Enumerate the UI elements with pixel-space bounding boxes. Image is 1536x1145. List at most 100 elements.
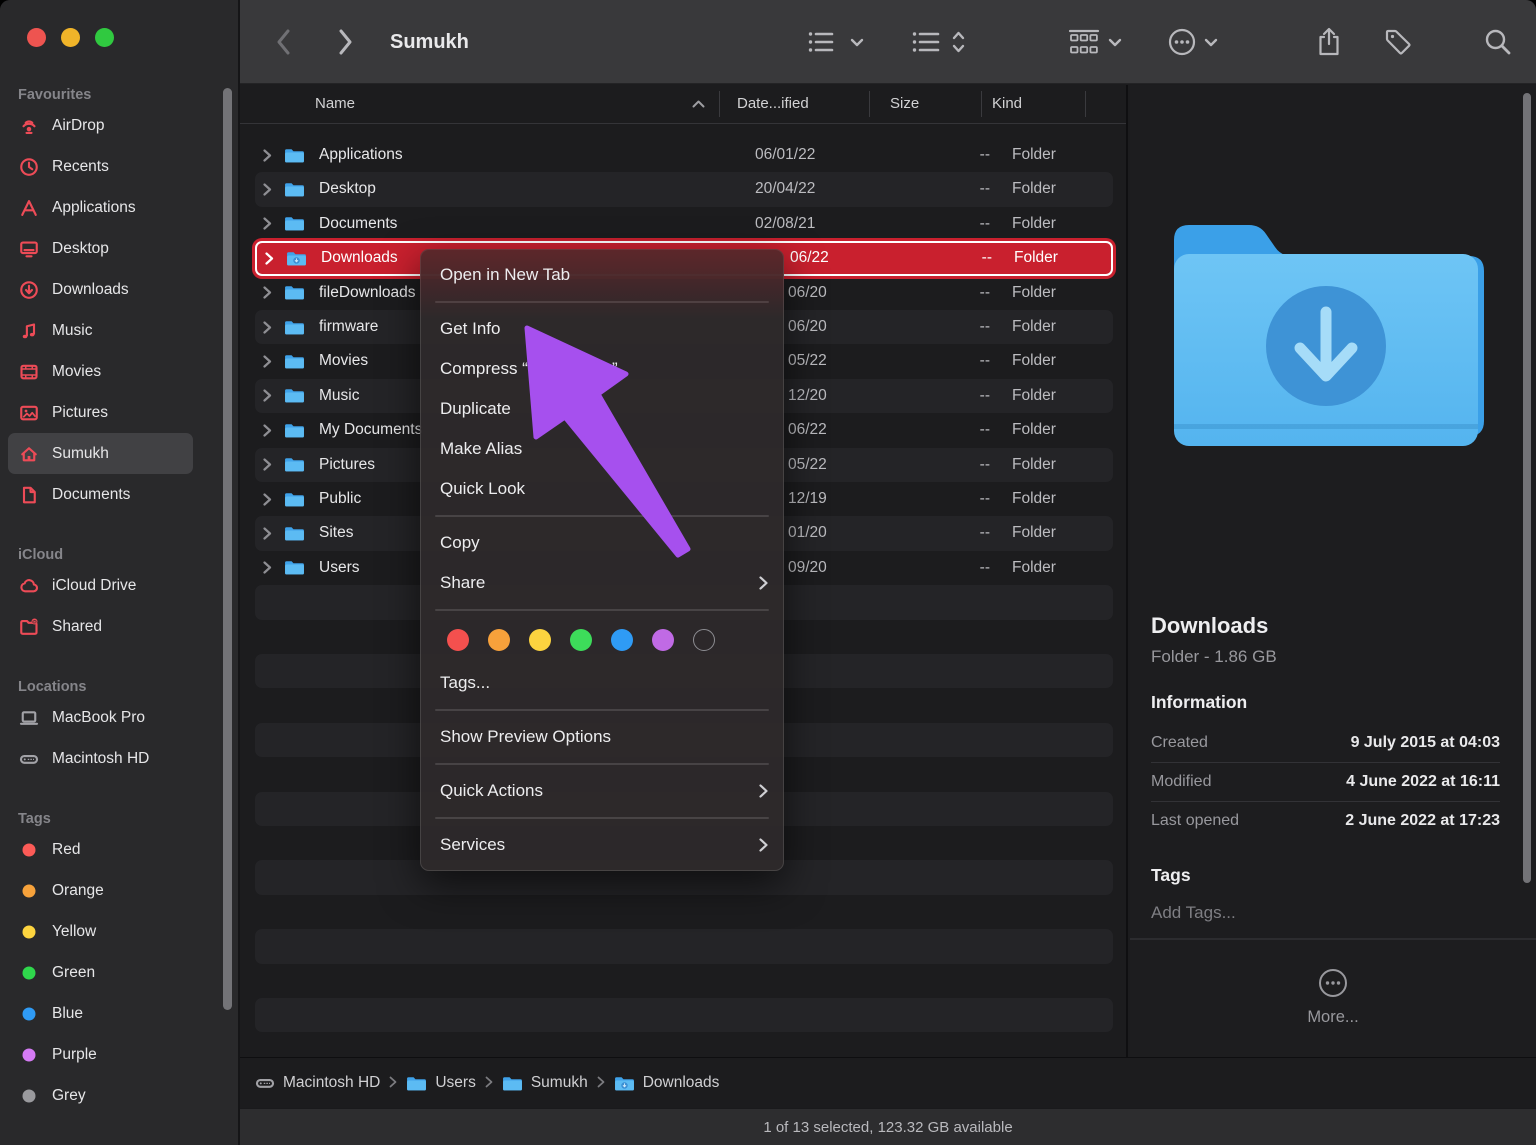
column-divider[interactable] (869, 91, 870, 117)
tag-color-dot[interactable] (529, 629, 551, 651)
column-header-date-modified[interactable]: Date...ified (737, 85, 809, 123)
menu-item-tags[interactable]: Tags... (420, 663, 784, 703)
music-icon (18, 320, 40, 342)
sidebar-item-label: Grey (52, 1086, 86, 1104)
disclosure-chevron-icon[interactable] (265, 243, 274, 273)
sidebar-item-blue[interactable]: Blue (8, 993, 193, 1034)
disclosure-chevron-icon[interactable] (263, 138, 272, 172)
disclosure-chevron-icon[interactable] (263, 172, 272, 206)
sidebar-item-desktop[interactable]: Desktop (8, 228, 193, 269)
sidebar-item-downloads[interactable]: Downloads (8, 269, 193, 310)
search-icon[interactable] (1484, 0, 1512, 84)
file-date-modified: 20/04/22 (755, 180, 816, 198)
disclosure-chevron-icon[interactable] (263, 310, 272, 344)
view-mode-button[interactable] (808, 0, 864, 84)
menu-item-get-info[interactable]: Get Info (420, 309, 784, 349)
column-header-size[interactable]: Size (890, 85, 919, 123)
sidebar-item-orange[interactable]: Orange (8, 870, 193, 911)
sidebar-item-macintosh-hd[interactable]: Macintosh HD (8, 738, 193, 779)
tag-color-dot[interactable] (570, 629, 592, 651)
sidebar-item-purple[interactable]: Purple (8, 1034, 193, 1075)
column-divider[interactable] (1085, 91, 1086, 117)
column-divider[interactable] (719, 91, 720, 117)
sort-list-button[interactable] (912, 0, 965, 84)
more-actions-button[interactable] (1168, 0, 1218, 84)
menu-item-services[interactable]: Services (420, 825, 784, 865)
breadcrumb-macintosh-hd[interactable]: Macintosh HD (255, 1073, 380, 1093)
preview-scrollbar[interactable] (1523, 93, 1531, 883)
sidebar-item-yellow[interactable]: Yellow (8, 911, 193, 952)
submenu-chevron-icon (759, 563, 768, 603)
minimize-window-button[interactable] (61, 28, 80, 47)
more-label: More... (1307, 1007, 1359, 1026)
folder-icon (284, 516, 305, 550)
disclosure-chevron-icon[interactable] (263, 276, 272, 310)
menu-item-copy[interactable]: Copy (420, 523, 784, 563)
sidebar-item-sumukh[interactable]: Sumukh (8, 433, 193, 474)
column-divider[interactable] (981, 91, 982, 117)
disclosure-chevron-icon[interactable] (263, 551, 272, 585)
disclosure-chevron-icon[interactable] (263, 482, 272, 516)
tag-color-dot[interactable] (488, 629, 510, 651)
sidebar-item-music[interactable]: Music (8, 310, 193, 351)
group-by-button[interactable] (1068, 0, 1122, 84)
disclosure-chevron-icon[interactable] (263, 344, 272, 378)
tag-button[interactable] (1383, 0, 1413, 84)
disclosure-chevron-icon[interactable] (263, 379, 272, 413)
back-button[interactable] (276, 0, 291, 84)
sidebar-item-grey[interactable]: Grey (8, 1075, 193, 1116)
file-row-documents[interactable]: Documents 02/08/21 -- Folder (255, 207, 1113, 241)
sidebar-item-pictures[interactable]: Pictures (8, 392, 193, 433)
sidebar-item-airdrop[interactable]: AirDrop (8, 105, 193, 146)
sidebar-item-shared[interactable]: @ Shared (8, 606, 193, 647)
sidebar-item-label: Music (52, 321, 93, 339)
empty-row-stripe (255, 1032, 1113, 1057)
disclosure-chevron-icon[interactable] (263, 413, 272, 447)
sidebar-item-recents[interactable]: Recents (8, 146, 193, 187)
menu-item-share[interactable]: Share (420, 563, 784, 603)
column-header-name[interactable]: Name (315, 85, 355, 123)
info-value: 9 July 2015 at 04:03 (1350, 733, 1500, 751)
empty-row-stripe (255, 929, 1113, 964)
menu-separator (435, 515, 769, 517)
more-button[interactable]: More... (1130, 947, 1536, 1047)
file-row-applications[interactable]: Applications 06/01/22 -- Folder (255, 138, 1113, 172)
menu-item-duplicate[interactable]: Duplicate (420, 389, 784, 429)
breadcrumb-users[interactable]: Users (406, 1074, 476, 1092)
preview-panel-divider[interactable] (1126, 85, 1128, 1057)
forward-button[interactable] (338, 0, 353, 84)
add-tags-field[interactable]: Add Tags... (1151, 903, 1236, 923)
sidebar-scrollbar[interactable] (223, 88, 232, 1010)
downloads-folder-icon (286, 243, 307, 273)
close-window-button[interactable] (27, 28, 46, 47)
tag-color-dot[interactable] (652, 629, 674, 651)
menu-item-make-alias[interactable]: Make Alias (420, 429, 784, 469)
disclosure-chevron-icon[interactable] (263, 448, 272, 482)
tag-color-dot[interactable] (611, 629, 633, 651)
sidebar-item-label: Blue (52, 1004, 84, 1022)
tag-color-none[interactable] (693, 629, 715, 651)
file-name: Public (319, 490, 362, 507)
disclosure-chevron-icon[interactable] (263, 207, 272, 241)
column-header-kind[interactable]: Kind (992, 85, 1022, 123)
sidebar-item-red[interactable]: Red (8, 829, 193, 870)
menu-item-quick-look[interactable]: Quick Look (420, 469, 784, 509)
menu-item-quick-actions[interactable]: Quick Actions (420, 771, 784, 811)
disclosure-chevron-icon[interactable] (263, 516, 272, 550)
sidebar-item-macbook-pro[interactable]: MacBook Pro (8, 697, 193, 738)
share-button[interactable] (1316, 0, 1342, 84)
sidebar-item-movies[interactable]: Movies (8, 351, 193, 392)
menu-item-show-preview-options[interactable]: Show Preview Options (420, 717, 784, 757)
zoom-window-button[interactable] (95, 28, 114, 47)
sidebar-item-applications[interactable]: Applications (8, 187, 193, 228)
file-row-desktop[interactable]: Desktop 20/04/22 -- Folder (255, 172, 1113, 207)
sidebar-item-green[interactable]: Green (8, 952, 193, 993)
tag-color-dot[interactable] (447, 629, 469, 651)
menu-item-compress-downloads[interactable]: Compress “Downloads” (420, 349, 784, 389)
sidebar-item-icloud-drive[interactable]: iCloud Drive (8, 565, 193, 606)
menu-item-open-in-new-tab[interactable]: Open in New Tab (420, 255, 784, 295)
breadcrumb-downloads[interactable]: Downloads (614, 1074, 719, 1092)
info-label: Created (1151, 733, 1208, 751)
sidebar-item-documents[interactable]: Documents (8, 474, 193, 515)
breadcrumb-sumukh[interactable]: Sumukh (502, 1074, 588, 1092)
